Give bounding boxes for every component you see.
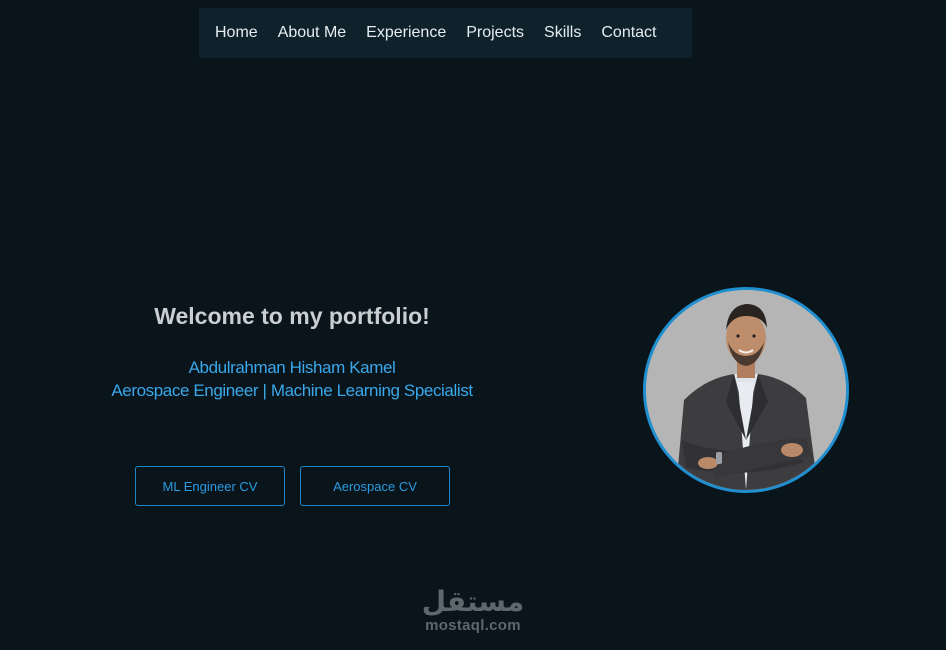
watermark-logo: مستقل: [421, 585, 525, 618]
watermark-url: mostaql.com: [425, 617, 521, 634]
mostaql-watermark: مستقل mostaql.com: [400, 585, 546, 645]
welcome-heading: Welcome to my portfolio!: [154, 303, 430, 329]
nav-item-experience[interactable]: Experience: [366, 24, 446, 42]
ml-engineer-cv-button[interactable]: ML Engineer CV: [135, 466, 285, 506]
nav-item-contact[interactable]: Contact: [601, 24, 656, 42]
profile-photo: [643, 287, 849, 493]
owner-role: Aerospace Engineer | Machine Learning Sp…: [111, 381, 473, 400]
nav-item-about-me[interactable]: About Me: [278, 24, 346, 42]
person-icon: [646, 290, 846, 490]
portfolio-page: Home About Me Experience Projects Skills…: [0, 0, 946, 650]
nav-item-skills[interactable]: Skills: [544, 24, 581, 42]
top-navbar: Home About Me Experience Projects Skills…: [199, 8, 692, 58]
hero-subtitle: Abdulrahman Hisham Kamel Aerospace Engin…: [92, 356, 492, 402]
nav-item-home[interactable]: Home: [215, 24, 258, 42]
owner-name: Abdulrahman Hisham Kamel: [188, 358, 396, 377]
aerospace-cv-button[interactable]: Aerospace CV: [300, 466, 450, 506]
nav-item-projects[interactable]: Projects: [466, 24, 524, 42]
